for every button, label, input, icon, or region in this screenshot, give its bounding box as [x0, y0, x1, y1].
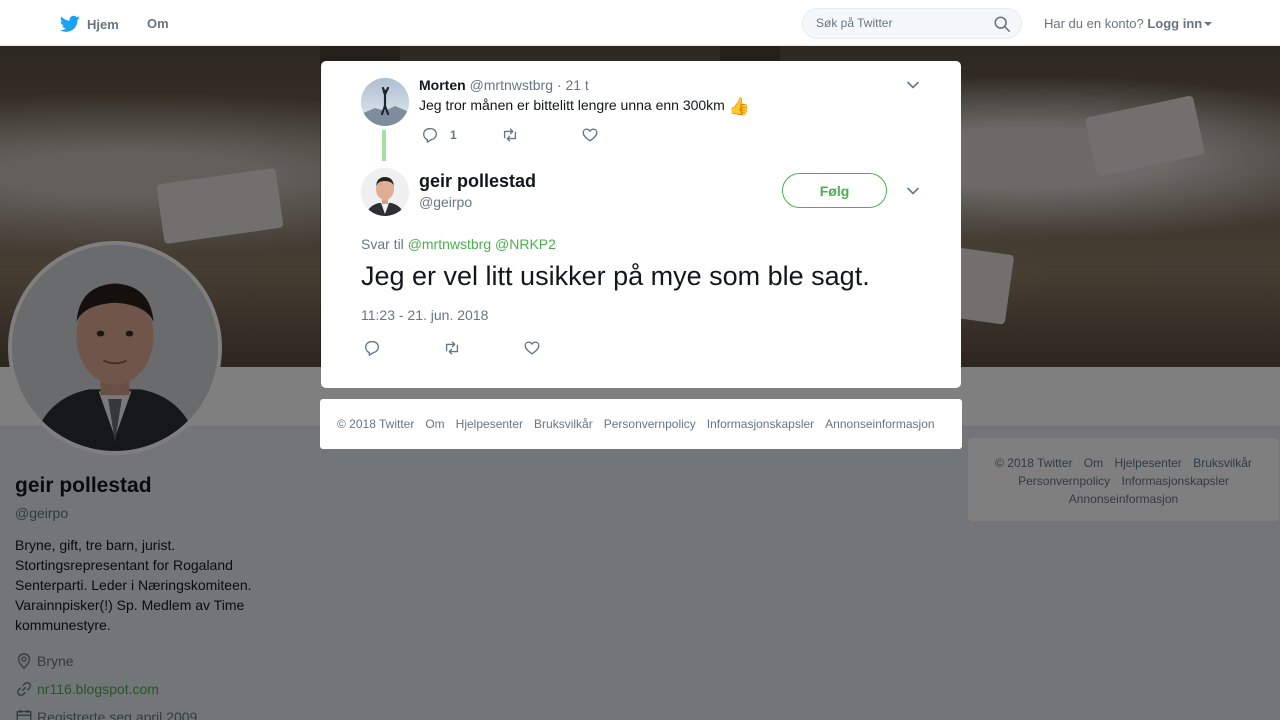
modal-footer-copyright: © 2018 Twitter	[337, 417, 415, 431]
search-box[interactable]	[802, 8, 1022, 39]
follow-button[interactable]: Følg	[782, 173, 887, 208]
search-icon[interactable]	[993, 15, 1011, 33]
account-login[interactable]: Har du en konto? Logg inn	[1044, 16, 1213, 31]
retweet-action[interactable]	[443, 339, 523, 357]
parent-tweet-header: Morten @mrtnwstbrg · 21 t	[419, 77, 589, 93]
chevron-down-icon[interactable]	[906, 78, 920, 92]
parent-tweet-avatar[interactable]	[361, 78, 409, 126]
tweet-author-handle[interactable]: @geirpo	[419, 194, 472, 210]
reply-icon	[365, 341, 379, 356]
parent-author-name[interactable]: Morten	[419, 77, 466, 93]
mention-link-2[interactable]: @NRKP2	[495, 236, 556, 252]
parent-reply-count: 1	[450, 128, 457, 142]
modal-footer-link-informasjonskapsler[interactable]: Informasjonskapsler	[707, 417, 814, 431]
nav-about-link[interactable]: Om	[147, 16, 169, 31]
tweet-actions	[363, 339, 541, 357]
modal-footer-link-bruksvilkar[interactable]: Bruksvilkår	[534, 417, 593, 431]
heart-icon	[524, 341, 540, 355]
parent-tweet-body: Jeg tror månen er bittelitt lengre unna …	[419, 97, 725, 113]
modal-footer-link-hjelpesenter[interactable]: Hjelpesenter	[456, 417, 523, 431]
tweet-modal: Morten @mrtnwstbrg · 21 t Jeg tror månen…	[321, 61, 961, 388]
chevron-down-icon[interactable]	[906, 184, 920, 198]
like-action[interactable]	[523, 339, 541, 357]
heart-icon	[582, 128, 598, 142]
parent-author-handle[interactable]: @mrtnwstbrg	[470, 77, 553, 93]
login-link[interactable]: Logg inn	[1147, 16, 1202, 31]
account-prompt: Har du en konto?	[1044, 16, 1144, 31]
retweet-icon	[445, 341, 459, 355]
modal-footer: © 2018 Twitter Om Hjelpesenter Bruksvilk…	[320, 399, 962, 449]
thumbs-up-emoji: 👍	[728, 97, 750, 116]
twitter-bird-icon	[60, 15, 80, 32]
thread-connector	[382, 130, 386, 161]
retweet-icon	[503, 128, 517, 142]
reply-prefix: Svar til	[361, 236, 404, 252]
nav-home-link[interactable]: Hjem	[60, 12, 119, 36]
modal-footer-link-om[interactable]: Om	[425, 417, 444, 431]
modal-footer-link-personvern[interactable]: Personvernpolicy	[604, 417, 696, 431]
parent-tweet-actions: 1	[421, 126, 599, 144]
parent-reply-action[interactable]: 1	[421, 126, 501, 144]
modal-footer-link-annonseinformasjon[interactable]: Annonseinformasjon	[825, 417, 934, 431]
tweet-timestamp[interactable]: 11:23 - 21. jun. 2018	[361, 307, 488, 323]
reply-context: Svar til @mrtnwstbrg @NRKP2	[361, 236, 556, 252]
parent-tweet-time[interactable]: · 21 t	[557, 77, 589, 93]
tweet-author-name[interactable]: geir pollestad	[419, 171, 536, 192]
parent-retweet-action[interactable]	[501, 126, 581, 144]
top-navigation: Hjem Om Har du en konto? Logg inn	[0, 0, 1280, 46]
caret-down-icon[interactable]	[1204, 22, 1213, 26]
tweet-author-avatar[interactable]	[361, 168, 409, 216]
tweet-text: Jeg er vel litt usikker på mye som ble s…	[361, 261, 870, 291]
mention-link-1[interactable]: @mrtnwstbrg	[408, 236, 491, 252]
reply-icon	[423, 128, 437, 143]
author-avatar-photo	[361, 168, 409, 216]
nav-home-label: Hjem	[87, 16, 119, 32]
parent-avatar-photo	[361, 78, 409, 126]
parent-tweet-text: Jeg tror månen er bittelitt lengre unna …	[419, 97, 750, 117]
reply-action[interactable]	[363, 339, 443, 357]
parent-like-action[interactable]	[581, 126, 599, 144]
search-input[interactable]	[816, 16, 986, 30]
